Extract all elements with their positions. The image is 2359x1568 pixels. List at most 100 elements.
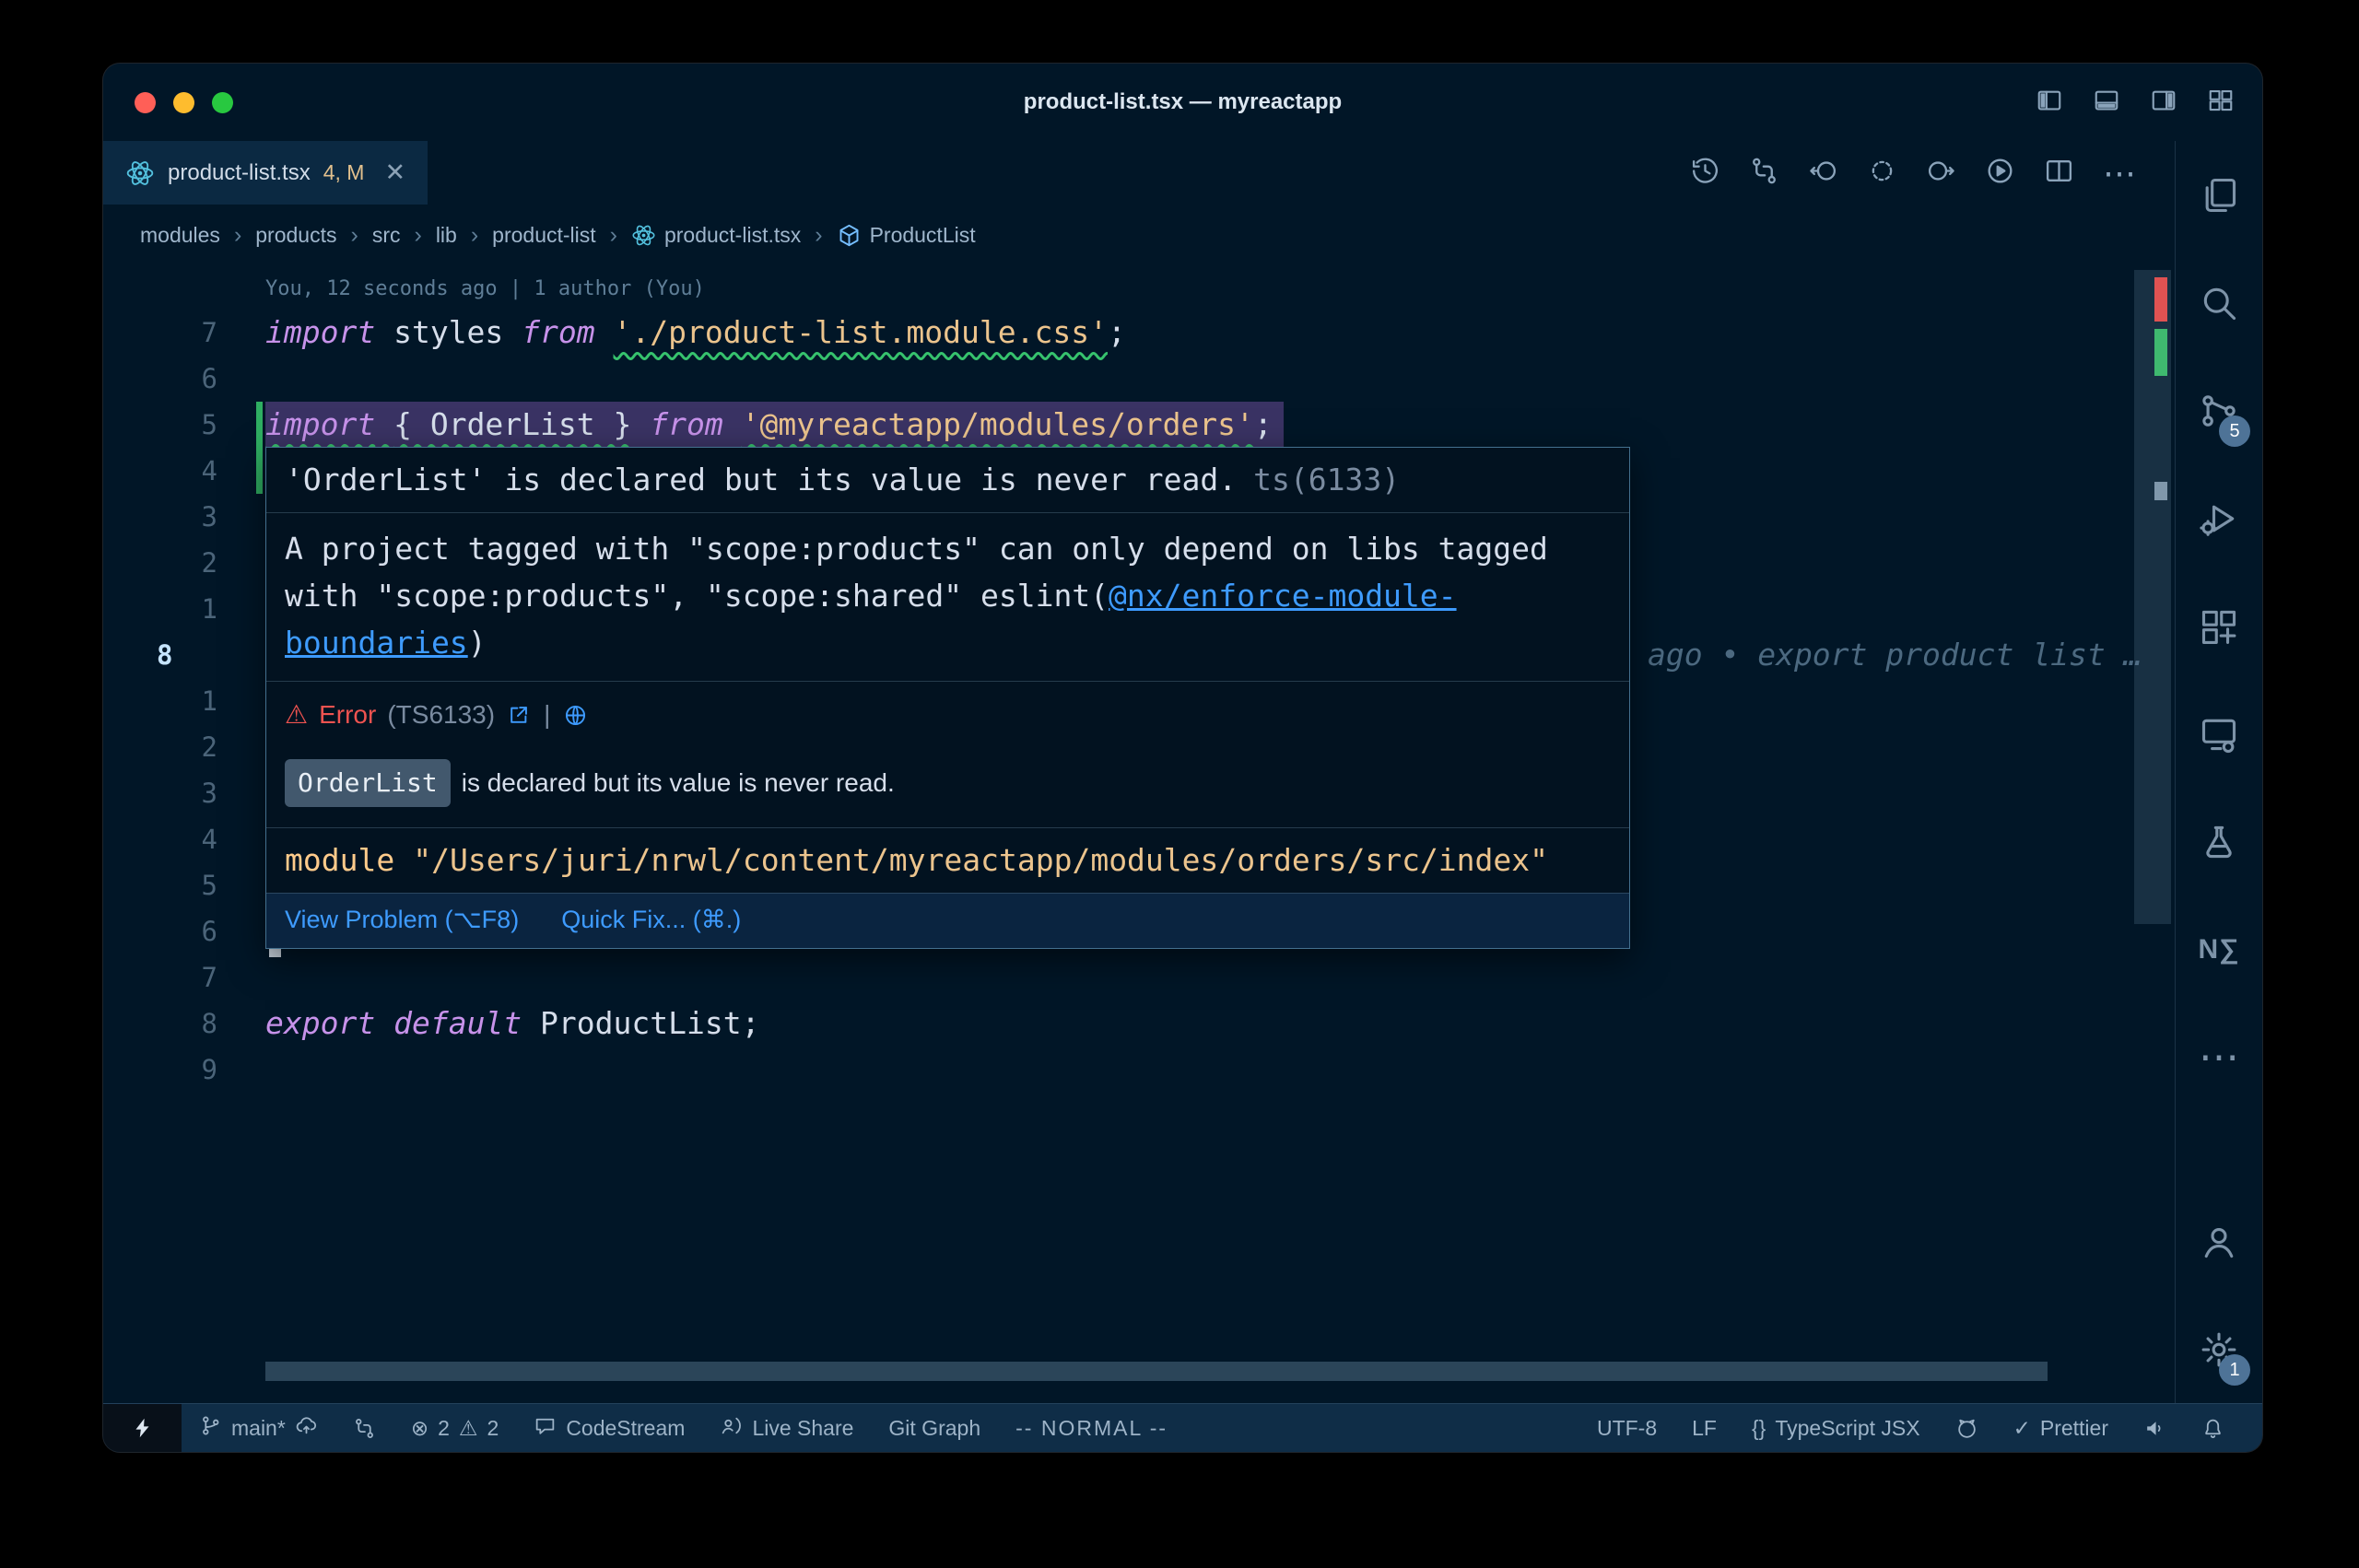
line-number[interactable]: 5 [103, 862, 265, 908]
code-row[interactable]: 8export default ProductList; [103, 1000, 2175, 1047]
breadcrumb-products[interactable]: products [255, 223, 336, 248]
previous-change-icon[interactable] [1808, 156, 1838, 191]
code-row[interactable]: 9 [103, 1047, 2175, 1093]
line-number[interactable]: 3 [103, 494, 265, 540]
remote-indicator-icon[interactable] [103, 1404, 182, 1452]
github-icon[interactable] [1955, 1417, 1978, 1440]
code-row[interactable]: 6 [103, 356, 2175, 402]
open-docs-icon[interactable] [506, 703, 531, 728]
explorer-icon[interactable] [2176, 141, 2262, 249]
testing-icon[interactable] [2176, 788, 2262, 895]
line-number[interactable]: 1 [103, 678, 265, 724]
line-number[interactable]: 4 [103, 816, 265, 862]
breadcrumb-lib[interactable]: lib [436, 223, 457, 248]
minimize-window-button[interactable] [173, 92, 194, 113]
line-number[interactable]: 9 [103, 1047, 265, 1093]
prettier-status[interactable]: ✓ Prettier [2013, 1416, 2108, 1441]
code-row[interactable]: 5import { OrderList } from '@myreactapp/… [103, 402, 2175, 448]
problems-status[interactable]: ⊗ 2 ⚠ 2 [411, 1416, 499, 1441]
notifications-bell-icon[interactable] [2201, 1417, 2224, 1440]
view-problem-link[interactable]: View Problem (⌥F8) [285, 906, 519, 934]
breadcrumb-src[interactable]: src [372, 223, 401, 248]
line-number[interactable]: 7 [103, 310, 265, 356]
source-control-icon[interactable]: 5 [2176, 357, 2262, 464]
eol-status[interactable]: LF [1692, 1416, 1717, 1441]
extensions-icon[interactable] [2176, 572, 2262, 680]
line-number[interactable]: 7 [103, 954, 265, 1000]
breadcrumb-symbol[interactable]: ProductList [837, 223, 976, 248]
split-editor-icon[interactable] [2044, 156, 2074, 191]
breadcrumb-modules[interactable]: modules [140, 223, 220, 248]
line-number[interactable]: 2 [103, 724, 265, 770]
remote-explorer-icon[interactable] [2176, 680, 2262, 788]
language-mode-status[interactable]: {} TypeScript JSX [1752, 1416, 1920, 1441]
line-number[interactable]: 4 [103, 448, 265, 494]
quick-fix-link[interactable]: Quick Fix... (⌘.) [561, 906, 741, 934]
error-label: Error [319, 698, 376, 731]
search-icon[interactable] [2176, 249, 2262, 357]
globe-icon[interactable] [563, 703, 588, 728]
cloud-upload-icon [295, 1414, 318, 1443]
line-number[interactable]: 1 [103, 586, 265, 632]
code-row[interactable]: 7 [103, 954, 2175, 1000]
titlebar-actions [2036, 87, 2262, 119]
editor[interactable]: You, 12 seconds ago | 1 author (You)7imp… [103, 265, 2175, 1403]
live-share-status[interactable]: Live Share [720, 1414, 853, 1443]
window-title: product-list.tsx — myreactapp [103, 89, 2262, 115]
line-number[interactable]: 5 [103, 402, 265, 448]
diagnostic-source: ts(6133) [1253, 462, 1400, 497]
line-content: import { OrderList } from '@myreactapp/m… [265, 402, 1284, 448]
close-tab-icon[interactable]: ✕ [384, 158, 405, 187]
line-number[interactable] [103, 269, 265, 310]
line-number[interactable]: 2 [103, 540, 265, 586]
line-number[interactable]: 8 [103, 632, 265, 678]
settings-gear-icon[interactable]: 1 [2176, 1295, 2262, 1403]
gitlens-compare-icon[interactable] [353, 1417, 376, 1440]
more-views-icon[interactable]: ⋯ [2176, 1003, 2262, 1111]
tab-label: product-list.tsx [168, 160, 311, 186]
maximize-window-button[interactable] [212, 92, 233, 113]
live-share-icon [720, 1414, 743, 1443]
git-branch-status[interactable]: main* [199, 1414, 318, 1443]
feedback-icon[interactable] [2143, 1417, 2166, 1440]
blame-row[interactable]: You, 12 seconds ago | 1 author (You) [103, 269, 2175, 310]
toggle-panel-icon[interactable] [2093, 87, 2120, 119]
run-file-icon[interactable] [1985, 156, 2015, 191]
codestream-status[interactable]: CodeStream [534, 1414, 685, 1443]
next-change-icon[interactable] [1926, 156, 1956, 191]
timeline-history-icon[interactable] [1690, 156, 1720, 191]
accounts-icon[interactable] [2176, 1188, 2262, 1295]
overview-error-mark [2154, 277, 2167, 322]
more-actions-icon[interactable]: ⋯ [2103, 158, 2136, 188]
line-number[interactable]: 6 [103, 908, 265, 954]
symbol-cube-icon [837, 223, 862, 248]
breadcrumb-file[interactable]: product-list.tsx [631, 223, 801, 248]
breadcrumb-separator: › [414, 222, 421, 249]
git-graph-status[interactable]: Git Graph [888, 1416, 980, 1441]
line-number[interactable]: 8 [103, 1000, 265, 1047]
breadcrumb-product-list-folder[interactable]: product-list [492, 223, 595, 248]
breadcrumb-separator: › [815, 222, 822, 249]
tab-product-list[interactable]: product-list.tsx 4, M ✕ [103, 141, 428, 205]
inline-blame: ago • export product list … [1648, 632, 2142, 678]
vim-mode-status[interactable]: -- NORMAL -- [1015, 1416, 1168, 1441]
toggle-sidebar-left-icon[interactable] [2036, 87, 2063, 119]
tab-bar: product-list.tsx 4, M ✕ ⋯ [103, 141, 2175, 205]
close-window-button[interactable] [135, 92, 156, 113]
nx-console-icon[interactable]: N∑ [2176, 895, 2262, 1003]
run-debug-icon[interactable] [2176, 464, 2262, 572]
line-number[interactable]: 3 [103, 770, 265, 816]
toggle-sidebar-right-icon[interactable] [2150, 87, 2177, 119]
code-row[interactable]: 7import styles from './product-list.modu… [103, 310, 2175, 356]
overview-added-mark [2154, 329, 2167, 376]
encoding-status[interactable]: UTF-8 [1597, 1416, 1657, 1441]
line-content: export default ProductList; [265, 1000, 759, 1047]
horizontal-scrollbar[interactable] [265, 1362, 2048, 1381]
status-bar: main* ⊗ 2 ⚠ 2 CodeStream Live Share Git … [103, 1403, 2262, 1452]
error-detail: ⚠Error(TS6133) | OrderList is declared b… [266, 681, 1629, 827]
compare-changes-icon[interactable] [1749, 156, 1779, 191]
line-number[interactable]: 6 [103, 356, 265, 402]
react-file-icon [125, 158, 155, 188]
customize-layout-icon[interactable] [2207, 87, 2235, 119]
changes-circle-icon[interactable] [1867, 156, 1897, 191]
